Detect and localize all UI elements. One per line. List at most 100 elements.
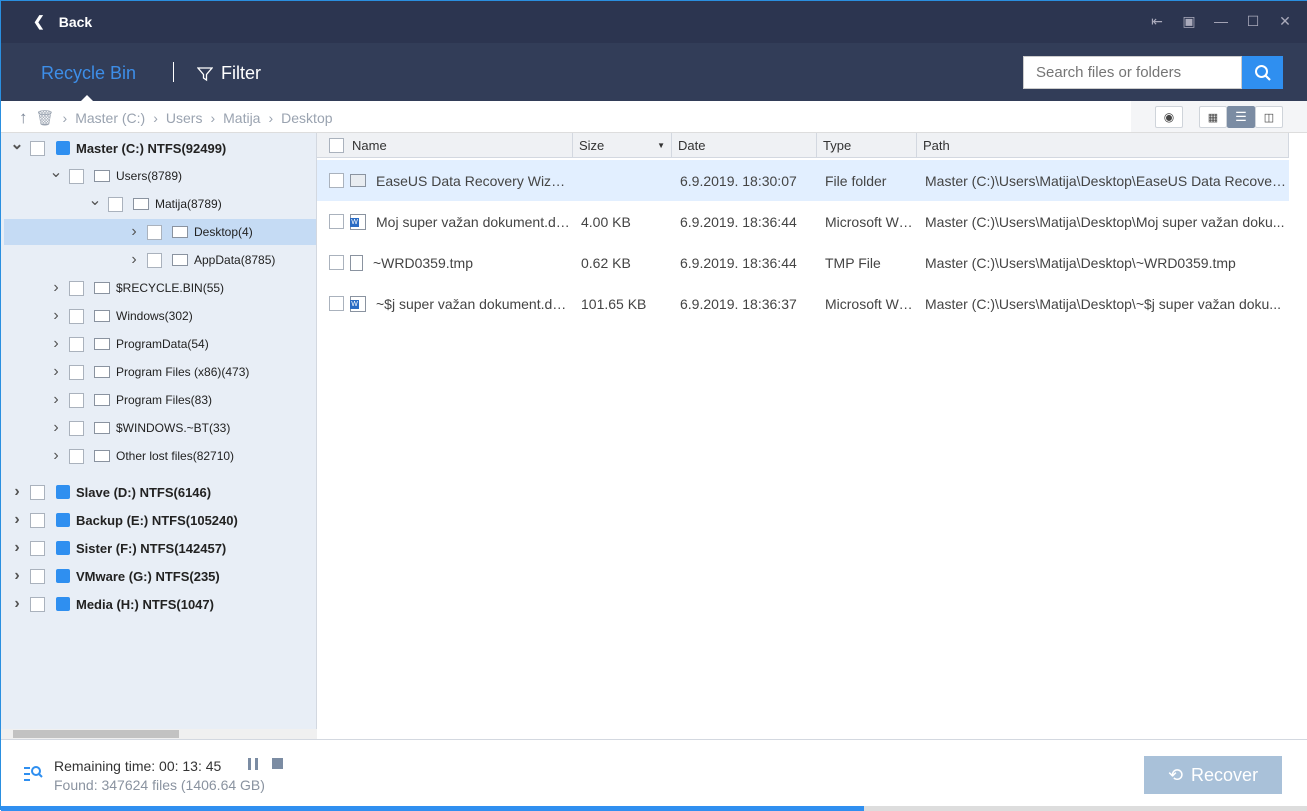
file-row[interactable]: EaseUS Data Recovery Wizard ... 6.9.2019.…: [317, 160, 1289, 201]
tree-checkbox[interactable]: [108, 196, 123, 212]
tree-checkbox[interactable]: [69, 308, 84, 324]
breadcrumb-item[interactable]: Desktop: [281, 110, 332, 126]
file-size: 0.62 KB: [581, 254, 631, 271]
recover-button[interactable]: ⟲ Recover: [1144, 756, 1282, 794]
file-row[interactable]: ~WRD0359.tmp 0.62 KB 6.9.2019. 18:36:44 TMP…: [317, 242, 1289, 283]
view-thumbnails[interactable]: ▦: [1199, 106, 1227, 128]
file-name: EaseUS Data Recovery Wizard ...: [376, 172, 572, 189]
tree-scrollbar[interactable]: [1, 729, 317, 739]
column-size[interactable]: Size ▼: [573, 133, 672, 158]
chevron-right-icon[interactable]: ›: [127, 251, 141, 269]
tree-item[interactable]: › Backup (E:) NTFS(105240): [1, 507, 317, 533]
file-type: Microsoft Wo...: [825, 295, 917, 312]
minimize-button[interactable]: —: [1212, 11, 1230, 31]
menu-dropdown-icon[interactable]: ▣: [1180, 11, 1198, 31]
drive-icon: [56, 485, 70, 499]
tree-item[interactable]: › Sister (F:) NTFS(142457): [1, 535, 317, 561]
tree-item[interactable]: ⌄ Matija(8789): [1, 191, 317, 217]
tree-item-label: VMware (G:) NTFS(235): [76, 568, 220, 584]
search-input[interactable]: [1023, 56, 1242, 89]
tree-item[interactable]: › Program Files (x86)(473): [1, 359, 317, 385]
tree-checkbox[interactable]: [69, 448, 84, 464]
chevron-right-icon[interactable]: ›: [49, 335, 63, 353]
file-date: 6.9.2019. 18:36:44: [680, 213, 797, 230]
chevron-right-icon[interactable]: ›: [10, 511, 24, 529]
folder-tree: ⌄ Master (C:) NTFS(92499) ⌄ Users(8789) ⌄ Mat…: [1, 133, 317, 729]
history-icon: ⟲: [1167, 764, 1184, 785]
pause-button[interactable]: [248, 758, 258, 770]
tree-checkbox[interactable]: [30, 140, 45, 156]
tree-checkbox[interactable]: [30, 568, 45, 584]
search-button[interactable]: [1242, 56, 1283, 89]
tab-recycle-bin[interactable]: Recycle Bin: [41, 63, 136, 84]
back-button[interactable]: ❮ Back: [33, 13, 92, 30]
up-arrow-icon[interactable]: ↑: [19, 108, 28, 128]
view-list[interactable]: ☰: [1227, 106, 1255, 128]
close-button[interactable]: ✕: [1276, 11, 1294, 31]
tree-item[interactable]: › Media (H:) NTFS(1047): [1, 591, 317, 617]
tree-item[interactable]: › Program Files(83): [1, 387, 317, 413]
folder-icon: [172, 254, 188, 266]
file-row[interactable]: W Moj super važan dokument.doc... 4.00 KB 6…: [317, 201, 1289, 242]
tree-checkbox[interactable]: [69, 420, 84, 436]
tree-checkbox[interactable]: [147, 252, 162, 268]
row-checkbox[interactable]: [329, 173, 344, 188]
chevron-right-icon[interactable]: ›: [10, 539, 24, 557]
chevron-right-icon[interactable]: ›: [127, 223, 141, 241]
column-name[interactable]: Name: [317, 133, 573, 158]
chevron-right-icon[interactable]: ›: [49, 279, 63, 297]
chevron-right-icon[interactable]: ›: [49, 447, 63, 465]
tree-item[interactable]: › Windows(302): [1, 303, 317, 329]
chevron-right-icon[interactable]: ›: [49, 307, 63, 325]
chevron-right-icon[interactable]: ›: [49, 363, 63, 381]
tree-checkbox[interactable]: [69, 280, 84, 296]
tree-checkbox[interactable]: [69, 168, 84, 184]
tree-item[interactable]: › VMware (G:) NTFS(235): [1, 563, 317, 589]
chevron-down-icon[interactable]: ⌄: [88, 190, 102, 210]
chevron-right-icon[interactable]: ›: [49, 419, 63, 437]
tree-item[interactable]: › $RECYCLE.BIN(55): [1, 275, 317, 301]
column-date[interactable]: Date: [672, 133, 817, 158]
tree-checkbox[interactable]: [30, 512, 45, 528]
export-icon[interactable]: ⇤: [1148, 11, 1166, 31]
tree-checkbox[interactable]: [30, 484, 45, 500]
row-checkbox[interactable]: [329, 214, 344, 229]
maximize-button[interactable]: ☐: [1244, 11, 1262, 31]
row-checkbox[interactable]: [329, 255, 344, 270]
search-icon: [1254, 64, 1271, 81]
breadcrumb-item[interactable]: Users: [166, 110, 203, 126]
chevron-right-icon[interactable]: ›: [10, 595, 24, 613]
column-type[interactable]: Type: [817, 133, 917, 158]
chevron-down-icon[interactable]: ⌄: [49, 162, 63, 182]
tree-checkbox[interactable]: [147, 224, 162, 240]
tree-checkbox[interactable]: [69, 364, 84, 380]
preview-toggle[interactable]: ◉: [1155, 106, 1183, 128]
tree-item[interactable]: ⌄ Master (C:) NTFS(92499): [1, 135, 317, 161]
chevron-right-icon[interactable]: ›: [10, 483, 24, 501]
tree-checkbox[interactable]: [69, 392, 84, 408]
breadcrumb-item[interactable]: Matija: [223, 110, 260, 126]
tree-checkbox[interactable]: [30, 540, 45, 556]
chevron-right-icon[interactable]: ›: [49, 391, 63, 409]
chevron-down-icon[interactable]: ⌄: [10, 134, 24, 154]
tree-item-label: Desktop(4): [194, 225, 253, 239]
tree-checkbox[interactable]: [30, 596, 45, 612]
tree-item[interactable]: › $WINDOWS.~BT(33): [1, 415, 317, 441]
column-path[interactable]: Path: [917, 133, 1289, 158]
file-row[interactable]: W ~$j super važan dokument.docx 101.65 KB 6…: [317, 283, 1289, 324]
file-date: 6.9.2019. 18:30:07: [680, 172, 797, 189]
filter-button[interactable]: Filter: [197, 63, 261, 84]
breadcrumb-item[interactable]: Master (C:): [75, 110, 145, 126]
chevron-right-icon[interactable]: ›: [10, 567, 24, 585]
tree-item[interactable]: › Other lost files(82710): [1, 443, 317, 469]
tree-item[interactable]: › Slave (D:) NTFS(6146): [1, 479, 317, 505]
view-preview-pane[interactable]: ◫: [1255, 106, 1283, 128]
select-all-checkbox[interactable]: [329, 138, 344, 153]
tree-item[interactable]: › Desktop(4): [4, 219, 316, 245]
tree-checkbox[interactable]: [69, 336, 84, 352]
tree-item[interactable]: › ProgramData(54): [1, 331, 317, 357]
tree-item[interactable]: ⌄ Users(8789): [1, 163, 317, 189]
row-checkbox[interactable]: [329, 296, 344, 311]
tree-item[interactable]: › AppData(8785): [1, 247, 317, 273]
stop-button[interactable]: [272, 758, 283, 769]
